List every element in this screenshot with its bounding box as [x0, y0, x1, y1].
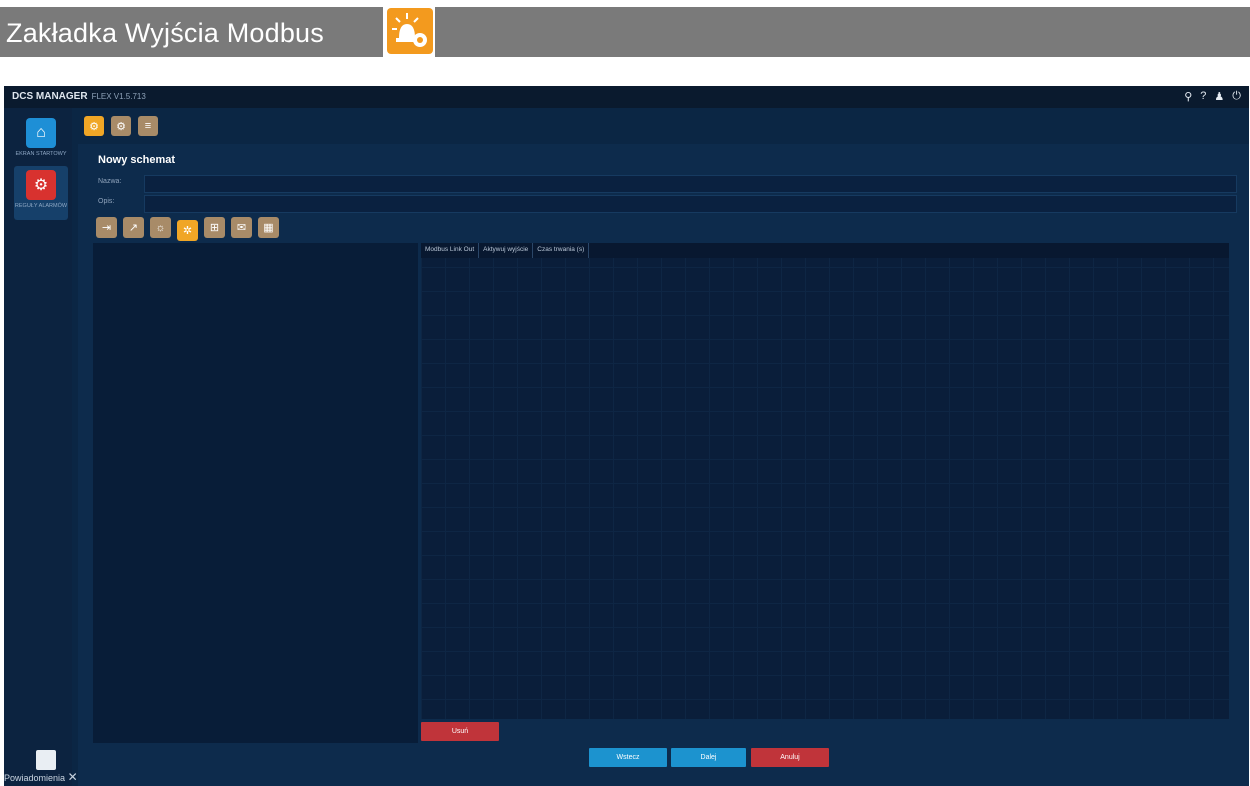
schedule-icon[interactable]: ▦	[258, 217, 279, 238]
input-icon[interactable]: ⇥	[96, 217, 117, 238]
siren-icon[interactable]: ☼	[150, 217, 171, 238]
title-bar: DCS MANAGER FLEX V1.5.713 ⚲ ? ♟ ⏻	[4, 86, 1249, 108]
main-content: Nowy schemat Nazwa: Opis: ⇥ ↗ ☼ ✲ ⊞ ✉ ▦ …	[78, 144, 1249, 786]
page-banner: Zakładka Wyjścia Modbus	[0, 5, 1250, 57]
close-icon[interactable]: ✕	[68, 770, 78, 784]
outputs-table[interactable]: Modbus Link Out Aktywuj wyjście Czas trw…	[421, 243, 1229, 719]
name-label: Nazwa:	[98, 178, 122, 185]
alarm-gear-icon: ⚙	[26, 170, 56, 200]
sidebar-item-alarm-rules[interactable]: ⚙ REGUŁY ALARMÓW	[14, 166, 68, 220]
banner-title: Zakładka Wyjścia Modbus	[6, 18, 324, 48]
column-header[interactable]: Aktywuj wyjście	[479, 243, 534, 258]
column-header[interactable]: Modbus Link Out	[421, 243, 480, 258]
sidebar-item-label: EKRAN STARTOWY	[15, 151, 67, 157]
app-brand: DCS MANAGER FLEX V1.5.713	[12, 91, 146, 102]
app-version: FLEX V1.5.713	[91, 92, 146, 101]
sidebar-item-home[interactable]: ⌂ EKRAN STARTOWY	[14, 114, 68, 168]
home-icon: ⌂	[26, 118, 56, 148]
step-toolbar: ⇥ ↗ ☼ ✲ ⊞ ✉ ▦	[96, 217, 279, 241]
sidebar: ⌂ EKRAN STARTOWY ⚙ REGUŁY ALARMÓW	[4, 108, 72, 786]
alarm-rule-icon[interactable]: ⚙	[84, 116, 104, 136]
email-icon[interactable]: ✉	[231, 217, 252, 238]
page-title: Nowy schemat	[98, 154, 176, 166]
titlebar-icons: ⚲ ? ♟ ⏻	[1184, 90, 1241, 103]
relay-output-icon[interactable]: ⊞	[204, 217, 225, 238]
trend-icon[interactable]: ↗	[123, 217, 144, 238]
modbus-output-icon[interactable]: ✲	[177, 220, 198, 241]
sidebar-item-label: REGUŁY ALARMÓW	[14, 203, 68, 209]
help-icon[interactable]: ?	[1200, 90, 1206, 103]
user-icon[interactable]: ♟	[1214, 90, 1224, 103]
cancel-button[interactable]: Anuluj	[751, 748, 829, 767]
brand-name: DCS MANAGER	[12, 91, 88, 102]
name-field[interactable]	[144, 175, 1237, 193]
top-toolbar: ⚙ ⚙ ≡	[84, 116, 158, 136]
left-pane	[93, 243, 418, 743]
back-button[interactable]: Wstecz	[589, 748, 667, 767]
alarm-list-icon[interactable]: ≡	[138, 116, 158, 136]
search-icon[interactable]: ⚲	[1184, 90, 1192, 103]
alarm-light-gear-icon	[383, 5, 435, 57]
power-icon[interactable]: ⏻	[1232, 90, 1241, 103]
next-button[interactable]: Dalej	[671, 748, 746, 767]
delete-button[interactable]: Usuń	[421, 722, 499, 741]
notifications-label: Powiadomienia	[4, 773, 66, 783]
logo-icon[interactable]	[36, 750, 56, 770]
description-label: Opis:	[98, 198, 115, 205]
description-field[interactable]	[144, 195, 1237, 213]
alarm-settings-icon[interactable]: ⚙	[111, 116, 131, 136]
column-header[interactable]: Czas trwania (s)	[533, 243, 590, 258]
notifications-toggle[interactable]: Powiadomienia ✕	[4, 770, 84, 786]
app-window: DCS MANAGER FLEX V1.5.713 ⚲ ? ♟ ⏻ ⌂ EKRAN…	[4, 86, 1249, 786]
table-header: Modbus Link Out Aktywuj wyjście Czas trw…	[421, 243, 1229, 258]
